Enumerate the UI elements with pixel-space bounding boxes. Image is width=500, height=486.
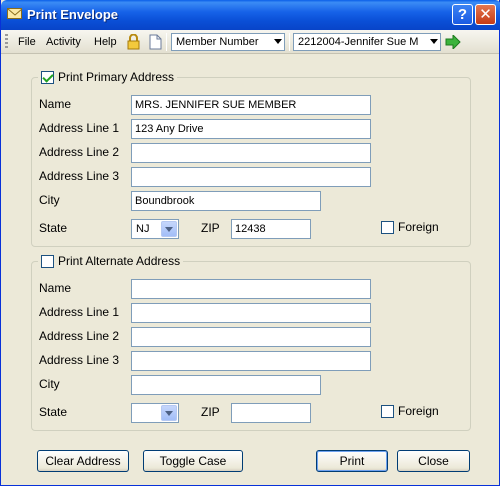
alternate-foreign-checkbox[interactable]: [381, 404, 394, 418]
primary-line3-label: Address Line 3: [39, 169, 120, 183]
clear-address-button[interactable]: Clear Address: [37, 450, 129, 472]
lookup-field-combo[interactable]: Member Number: [171, 33, 285, 51]
alternate-zip-field[interactable]: [231, 403, 311, 423]
primary-line2-label: Address Line 2: [39, 145, 120, 159]
primary-address-legend: Print Primary Address: [38, 70, 178, 84]
primary-state-label: State: [39, 221, 68, 235]
alternate-name-label: Name: [39, 281, 72, 295]
primary-foreign: Foreign: [381, 220, 439, 234]
print-envelope-window: Print Envelope ? ✕ File Activity Help Me…: [0, 0, 500, 486]
primary-line1-field[interactable]: 123 Any Drive: [131, 119, 371, 139]
chevron-down-icon[interactable]: [161, 405, 177, 421]
print-button[interactable]: Print: [316, 450, 388, 472]
lookup-field-value: Member Number: [176, 36, 259, 48]
print-primary-checkbox[interactable]: [41, 70, 54, 84]
toolbar-separator: [166, 33, 167, 51]
toolbar-separator: [289, 33, 290, 51]
alternate-address-legend: Print Alternate Address: [38, 254, 184, 268]
primary-line2-field[interactable]: [131, 143, 371, 163]
close-button[interactable]: Close: [397, 450, 470, 472]
close-window-button[interactable]: ✕: [475, 4, 496, 25]
lock-icon[interactable]: [127, 33, 140, 50]
help-button[interactable]: ?: [452, 4, 473, 25]
alternate-city-field[interactable]: [131, 375, 321, 395]
primary-zip-label: ZIP: [201, 221, 220, 235]
alternate-line3-field[interactable]: [131, 351, 371, 371]
alternate-line1-label: Address Line 1: [39, 305, 120, 319]
alternate-name-field[interactable]: [131, 279, 371, 299]
alternate-line3-label: Address Line 3: [39, 353, 120, 367]
member-value: 2212004-Jennifer Sue M: [298, 36, 419, 48]
member-combo[interactable]: 2212004-Jennifer Sue M: [293, 33, 441, 51]
primary-foreign-checkbox[interactable]: [381, 220, 394, 234]
alternate-foreign-label: Foreign: [398, 404, 439, 418]
menu-activity[interactable]: Activity: [46, 36, 81, 48]
print-primary-label: Print Primary Address: [58, 70, 175, 84]
chevron-down-icon: [430, 39, 438, 44]
alternate-line2-label: Address Line 2: [39, 329, 120, 343]
primary-line1-label: Address Line 1: [39, 121, 120, 135]
primary-city-field[interactable]: Boundbrook: [131, 191, 321, 211]
document-icon[interactable]: [149, 34, 162, 50]
alternate-foreign: Foreign: [381, 404, 439, 418]
title-bar: Print Envelope ? ✕: [1, 0, 500, 30]
envelope-icon: [7, 8, 23, 19]
toolbar: File Activity Help Member Number 2212004…: [1, 30, 499, 54]
primary-name-field[interactable]: MRS. JENNIFER SUE MEMBER: [131, 95, 371, 115]
chevron-down-icon: [274, 39, 282, 44]
menu-help[interactable]: Help: [94, 36, 117, 48]
primary-line3-field[interactable]: [131, 167, 371, 187]
primary-state-select[interactable]: NJ: [131, 219, 179, 239]
print-alternate-checkbox[interactable]: [41, 254, 54, 268]
alternate-state-select[interactable]: [131, 403, 179, 423]
toolbar-grip[interactable]: [5, 34, 8, 50]
chevron-down-icon[interactable]: [161, 221, 177, 237]
alternate-line2-field[interactable]: [131, 327, 371, 347]
window-title: Print Envelope: [27, 7, 119, 22]
primary-foreign-label: Foreign: [398, 220, 439, 234]
alternate-zip-label: ZIP: [201, 405, 220, 419]
go-arrow-icon[interactable]: [445, 33, 461, 51]
menu-file[interactable]: File: [18, 36, 36, 48]
alternate-city-label: City: [39, 377, 60, 391]
primary-zip-field[interactable]: 12438: [231, 219, 311, 239]
alternate-state-label: State: [39, 405, 68, 419]
alternate-line1-field[interactable]: [131, 303, 371, 323]
toggle-case-button[interactable]: Toggle Case: [143, 450, 243, 472]
primary-name-label: Name: [39, 97, 72, 111]
print-alternate-label: Print Alternate Address: [58, 254, 181, 268]
primary-city-label: City: [39, 193, 60, 207]
primary-state-value: NJ: [136, 223, 150, 235]
